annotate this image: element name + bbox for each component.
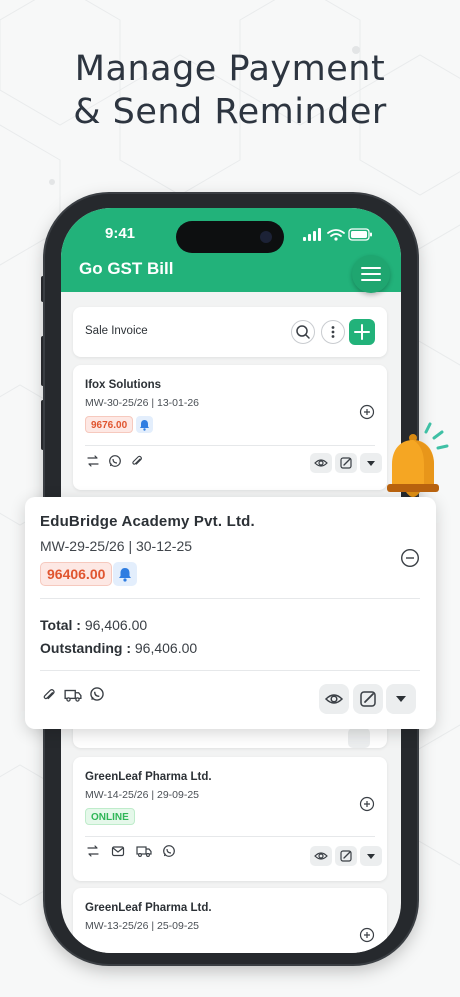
divider xyxy=(40,670,420,671)
view-button[interactable] xyxy=(310,453,332,473)
divider xyxy=(85,836,375,837)
invoice-party-name: EduBridge Academy Pvt. Ltd. xyxy=(40,513,255,530)
outstanding-label: Outstanding : xyxy=(40,640,131,656)
divider xyxy=(40,598,420,599)
search-button[interactable] xyxy=(291,320,315,344)
plus-icon xyxy=(354,324,370,340)
convert-icon[interactable] xyxy=(86,844,100,858)
search-icon xyxy=(296,325,310,339)
expand-icon[interactable] xyxy=(359,796,375,812)
edit-icon xyxy=(340,457,352,469)
camera-icon xyxy=(260,231,272,243)
expand-icon[interactable] xyxy=(359,927,375,943)
reminder-bell-button[interactable] xyxy=(113,562,137,586)
collapse-icon[interactable] xyxy=(400,548,420,568)
more-vertical-icon xyxy=(331,326,335,338)
invoice-meta: MW-30-25/26 | 13-01-26 xyxy=(85,397,200,409)
caret-down-icon xyxy=(367,854,375,859)
edit-icon xyxy=(360,691,376,707)
dropdown-button[interactable] xyxy=(360,846,382,866)
outstanding-line: Outstanding : 96,406.00 xyxy=(40,640,197,656)
convert-icon[interactable] xyxy=(86,454,100,468)
invoice-meta: MW-29-25/26 | 30-12-25 xyxy=(40,538,193,554)
total-line: Total : 96,406.00 xyxy=(40,617,147,633)
section-header-card: Sale Invoice xyxy=(73,307,387,357)
invoice-card[interactable]: GreenLeaf Pharma Ltd. MW-14-25/26 | 29-0… xyxy=(73,757,387,881)
dynamic-island xyxy=(176,221,284,253)
headline-line-2: & Send Reminder xyxy=(73,92,387,132)
more-options-button[interactable] xyxy=(321,320,345,344)
mail-icon[interactable] xyxy=(111,844,125,858)
whatsapp-icon[interactable] xyxy=(108,454,122,468)
truck-icon[interactable] xyxy=(136,844,152,858)
total-value: 96,406.00 xyxy=(84,617,148,633)
edit-icon xyxy=(340,850,352,862)
whatsapp-icon[interactable] xyxy=(89,686,105,702)
truck-icon[interactable] xyxy=(64,687,82,703)
expand-icon[interactable] xyxy=(359,404,375,420)
headline-line-1: Manage Payment xyxy=(74,49,386,89)
add-invoice-button[interactable] xyxy=(349,319,375,345)
total-label: Total : xyxy=(40,617,81,633)
edit-button[interactable] xyxy=(335,453,357,473)
outstanding-value: 96,406.00 xyxy=(134,640,198,656)
status-icons xyxy=(303,228,372,241)
edit-button[interactable] xyxy=(335,846,357,866)
status-badge: ONLINE xyxy=(85,808,135,825)
eye-icon xyxy=(314,852,328,860)
invoice-meta: MW-13-25/26 | 25-09-25 xyxy=(85,920,200,932)
bell-icon xyxy=(140,420,149,431)
caret-down-icon xyxy=(367,461,375,466)
attachment-icon[interactable] xyxy=(41,687,57,703)
status-time: 9:41 xyxy=(105,225,136,242)
eye-icon xyxy=(314,459,328,467)
dropdown-button[interactable] xyxy=(386,684,416,714)
invoice-meta: MW-14-25/26 | 29-09-25 xyxy=(85,789,200,801)
whatsapp-icon[interactable] xyxy=(162,844,176,858)
divider xyxy=(85,445,375,446)
eye-icon xyxy=(324,694,344,704)
amount-badge: 9676.00 xyxy=(85,416,134,433)
menu-button[interactable] xyxy=(352,255,390,293)
view-button[interactable] xyxy=(319,684,349,714)
invoice-party-name: Ifox Solutions xyxy=(85,379,162,391)
amount-badge: 96406.00 xyxy=(40,562,113,586)
caret-down-icon xyxy=(396,696,406,702)
app-title: Go GST Bill xyxy=(79,259,174,278)
expanded-invoice-card[interactable]: EduBridge Academy Pvt. Ltd. MW-29-25/26 … xyxy=(25,497,436,729)
invoice-card[interactable]: Ifox Solutions MW-30-25/26 | 13-01-26 96… xyxy=(73,365,387,490)
invoice-party-name: GreenLeaf Pharma Ltd. xyxy=(85,771,212,783)
reminder-bell-illustration xyxy=(387,422,449,497)
dropdown-button[interactable] xyxy=(348,728,370,748)
app-bar: 9:41 Go GST Bill xyxy=(61,208,401,293)
reminder-bell-button[interactable] xyxy=(136,416,153,433)
dropdown-button[interactable] xyxy=(360,453,382,473)
invoice-party-name: GreenLeaf Pharma Ltd. xyxy=(85,902,212,914)
invoice-card[interactable]: GreenLeaf Pharma Ltd. MW-13-25/26 | 25-0… xyxy=(73,888,387,953)
section-title: Sale Invoice xyxy=(85,325,148,337)
attachment-icon[interactable] xyxy=(130,454,144,468)
bell-icon xyxy=(119,568,131,582)
view-button[interactable] xyxy=(310,846,332,866)
edit-button[interactable] xyxy=(353,684,383,714)
